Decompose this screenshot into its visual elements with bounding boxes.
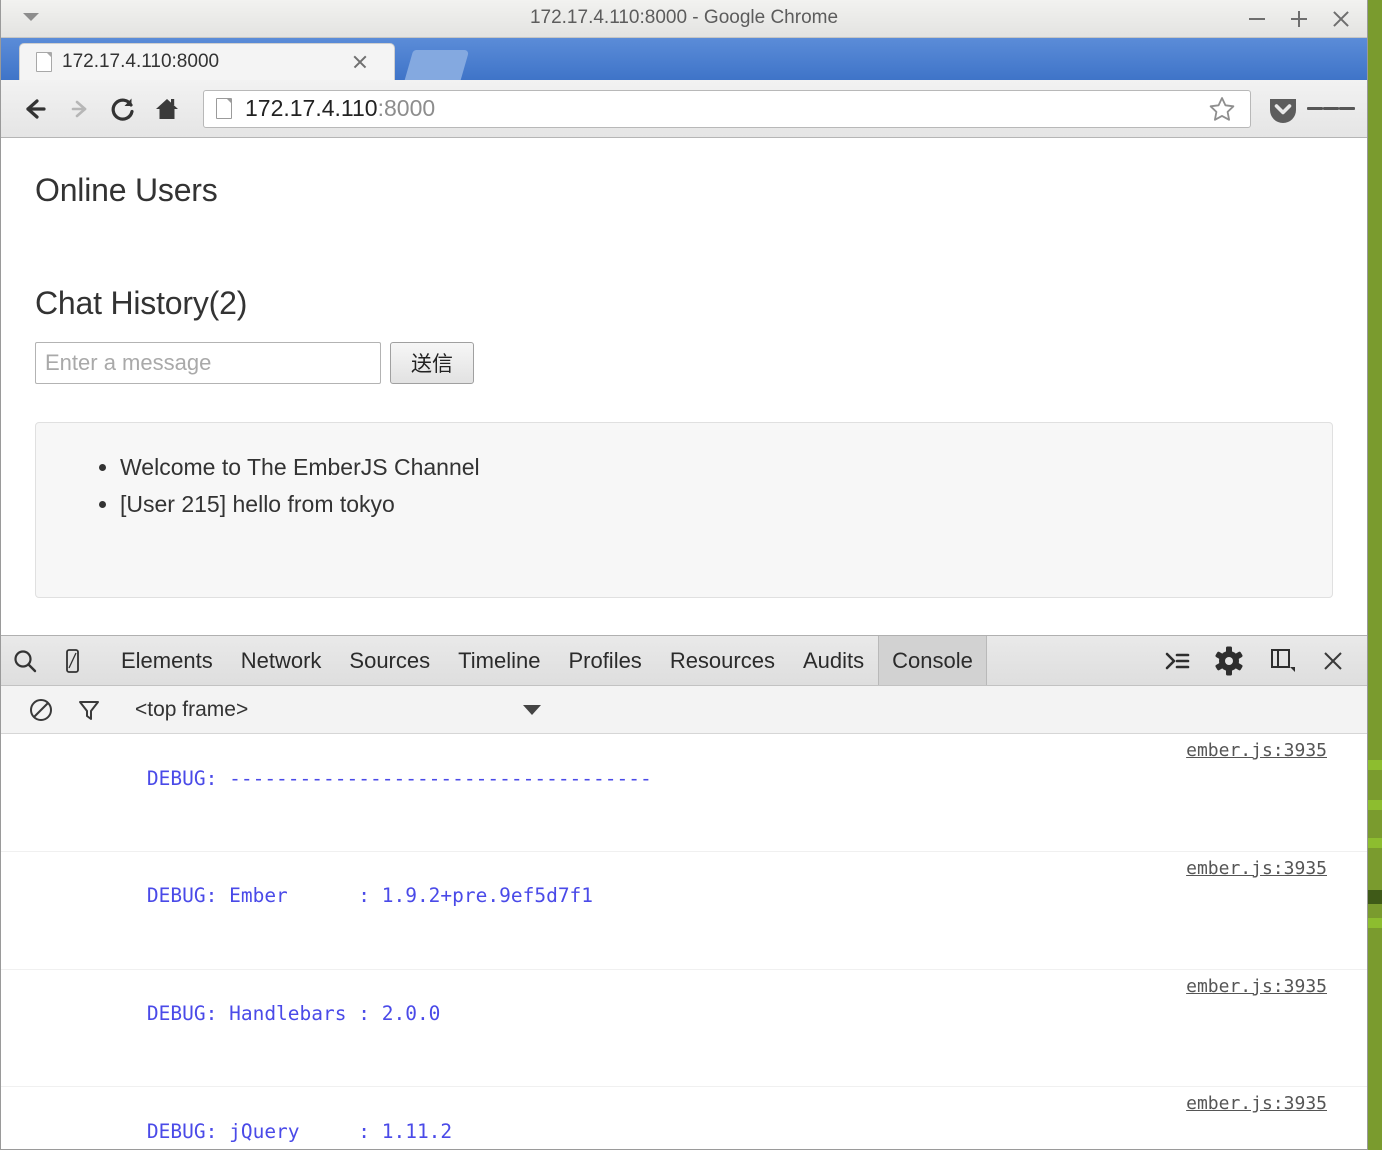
window-title: 172.17.4.110:8000 - Google Chrome [529,7,839,28]
list-item: Welcome to The EmberJS Channel [120,449,1332,486]
tab-strip: 172.17.4.110:8000 [1,38,1367,80]
url-host: 172.17.4.110 [245,95,378,121]
chat-message-list: Welcome to The EmberJS Channel [User 215… [36,449,1332,524]
tab-elements[interactable]: Elements [107,636,227,685]
title-bar: 172.17.4.110:8000 - Google Chrome [1,0,1367,38]
list-item: [User 215] hello from tokyo [120,486,1332,523]
inspect-element-icon[interactable] [1,636,48,685]
tab-audits[interactable]: Audits [789,636,878,685]
chrome-menu-icon[interactable] [1307,87,1355,131]
close-window-button[interactable] [1329,6,1353,30]
bookmark-star-icon[interactable] [1202,90,1242,128]
new-tab-button[interactable] [404,50,470,80]
console-source-link[interactable]: ember.js:3935 [1186,856,1327,882]
console-message: DEBUG: ---------------------------------… [146,766,652,790]
console-source-link[interactable]: ember.js:3935 [1186,1091,1327,1117]
message-compose-row: 送信 [35,342,1333,384]
tab-console[interactable]: Console [878,636,987,685]
console-row: DEBUG: ---------------------------------… [1,734,1367,852]
console-output[interactable]: DEBUG: ---------------------------------… [1,734,1367,1149]
window-controls [1245,6,1353,30]
page-viewport: Online Users Chat History(2) 送信 Welcome … [1,138,1367,635]
close-devtools-icon[interactable] [1309,637,1357,685]
console-source-link[interactable]: ember.js:3935 [1186,974,1327,1000]
tab-resources[interactable]: Resources [656,636,789,685]
desktop-background [1368,0,1382,1150]
settings-gear-icon[interactable] [1205,637,1253,685]
browser-window: 172.17.4.110:8000 - Google Chrome 172.17… [0,0,1368,1150]
send-message-button[interactable]: 送信 [390,342,474,384]
dock-side-icon[interactable] [1257,637,1305,685]
clear-console-icon[interactable] [17,688,65,732]
device-toolbar-icon[interactable] [48,636,95,685]
url-port: :8000 [377,95,436,121]
tab-network[interactable]: Network [227,636,336,685]
chat-history-panel: Welcome to The EmberJS Channel [User 215… [35,422,1333,598]
tab-title: 172.17.4.110:8000 [62,51,220,72]
address-bar-url: 172.17.4.110:8000 [245,95,1202,122]
console-row: DEBUG: jQuery : 1.11.2 ember.js:3935 [1,1087,1367,1149]
console-drawer-icon[interactable] [1153,637,1201,685]
minimize-button[interactable] [1245,6,1269,30]
frame-selector[interactable]: <top frame> [135,697,542,722]
maximize-button[interactable] [1287,6,1311,30]
console-row: DEBUG: Ember : 1.9.2+pre.9ef5d7f1 ember.… [1,852,1367,970]
back-button[interactable] [13,87,57,131]
page-favicon-icon [36,52,53,72]
filter-funnel-icon[interactable] [65,688,113,732]
console-source-link[interactable]: ember.js:3935 [1186,738,1327,764]
tab-timeline[interactable]: Timeline [444,636,554,685]
devtools-tab-bar-actions [1153,636,1367,685]
browser-tab[interactable]: 172.17.4.110:8000 [19,43,395,80]
pocket-save-icon[interactable] [1259,87,1307,131]
page-info-icon [216,98,233,119]
console-message: DEBUG: Ember : 1.9.2+pre.9ef5d7f1 [146,884,594,908]
console-row: DEBUG: Handlebars : 2.0.0 ember.js:3935 [1,970,1367,1088]
console-message: DEBUG: Handlebars : 2.0.0 [146,1002,441,1026]
tab-sources[interactable]: Sources [335,636,444,685]
devtools-panel: Elements Network Sources Timeline Profil… [1,635,1367,1149]
browser-toolbar: 172.17.4.110:8000 [1,80,1367,138]
frame-selector-label: <top frame> [135,697,249,721]
online-users-heading: Online Users [35,172,218,208]
devtools-tabs: Elements Network Sources Timeline Profil… [107,636,987,685]
message-input[interactable] [35,342,381,384]
reload-button[interactable] [101,87,145,131]
console-filter-bar: <top frame> [1,686,1367,734]
console-message: DEBUG: jQuery : 1.11.2 [146,1119,453,1143]
chat-history-heading: Chat History(2) [35,285,248,321]
tab-close-icon[interactable] [350,52,370,72]
home-button[interactable] [145,87,189,131]
address-bar[interactable]: 172.17.4.110:8000 [203,89,1251,128]
devtools-tab-bar: Elements Network Sources Timeline Profil… [1,636,1367,686]
forward-button[interactable] [57,87,101,131]
chevron-down-icon [523,704,542,715]
tab-profiles[interactable]: Profiles [554,636,655,685]
